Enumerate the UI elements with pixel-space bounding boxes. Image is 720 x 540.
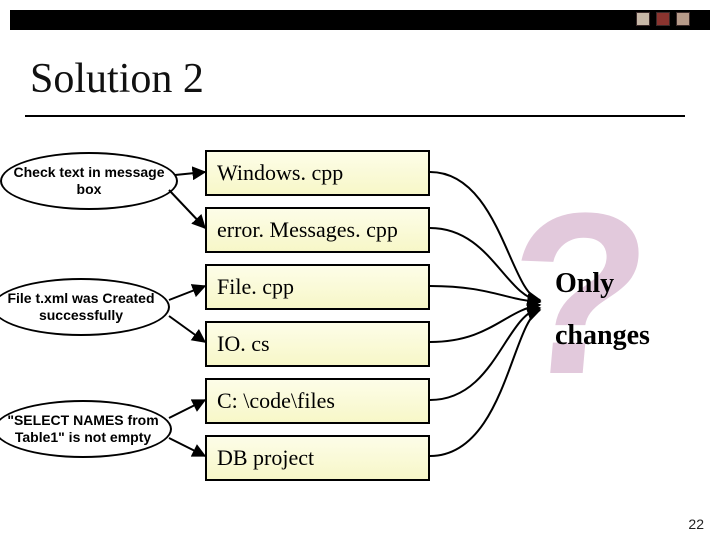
page-number: 22 [688,516,704,532]
box-label: File. cpp [217,274,294,300]
oval-select-names: "SELECT NAMES from Table1" is not empty [0,400,172,458]
header-band [0,0,720,36]
header-square-1 [636,12,650,26]
box-db-project: DB project [205,435,430,481]
header-stripe [10,10,710,30]
slide-title: Solution 2 [30,55,204,103]
box-label: error. Messages. cpp [217,217,398,243]
header-square-2 [656,12,670,26]
box-errormessages-cpp: error. Messages. cpp [205,207,430,253]
box-label: C: \code\files [217,388,335,414]
oval-label: File t.xml was Created successfully [2,290,160,324]
oval-label: Check text in message box [10,164,168,198]
box-label: DB project [217,445,314,471]
box-io-cs: IO. cs [205,321,430,367]
title-underline [25,115,685,117]
right-label-changes: changes [555,320,650,352]
oval-file-created: File t.xml was Created successfully [0,278,170,336]
box-label: Windows. cpp [217,160,343,186]
right-label-only: Only [555,268,614,300]
box-file-cpp: File. cpp [205,264,430,310]
oval-label: "SELECT NAMES from Table1" is not empty [4,412,162,446]
box-label: IO. cs [217,331,270,357]
oval-check-text: Check text in message box [0,152,178,210]
box-code-files: C: \code\files [205,378,430,424]
header-square-3 [676,12,690,26]
box-windows-cpp: Windows. cpp [205,150,430,196]
